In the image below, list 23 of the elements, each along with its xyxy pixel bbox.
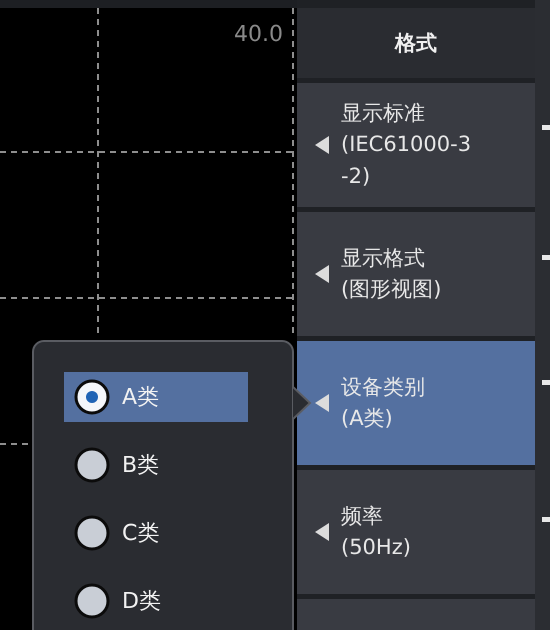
option-item[interactable]: A类 — [64, 372, 248, 422]
tick-mark — [542, 517, 550, 522]
tick-mark — [542, 380, 550, 385]
grid-line — [0, 442, 30, 446]
tick-mark — [542, 255, 550, 260]
radio-button[interactable] — [74, 379, 110, 415]
tick-mark — [542, 125, 550, 130]
left-triangle-icon — [315, 265, 329, 283]
menu-title: 格式 — [297, 8, 535, 78]
menu-button[interactable]: 显示格式 (图形视图) — [297, 212, 535, 336]
option-item[interactable]: B类 — [64, 440, 248, 490]
option-item[interactable]: D类 — [64, 576, 248, 626]
menu-button[interactable]: 显示标准 (IEC61000-3 -2) — [297, 83, 535, 207]
axis-label: 40.0 — [234, 22, 283, 47]
radio-button[interactable] — [74, 583, 110, 619]
menu-button[interactable]: 频率 (50Hz) — [297, 470, 535, 594]
left-triangle-icon — [315, 394, 329, 412]
option-item[interactable]: C类 — [64, 508, 248, 558]
radio-button[interactable] — [74, 447, 110, 483]
menu-button[interactable]: 设备类别 (A类) — [297, 341, 535, 465]
radio-button[interactable] — [74, 515, 110, 551]
left-triangle-icon — [315, 523, 329, 541]
left-triangle-icon — [315, 136, 329, 154]
